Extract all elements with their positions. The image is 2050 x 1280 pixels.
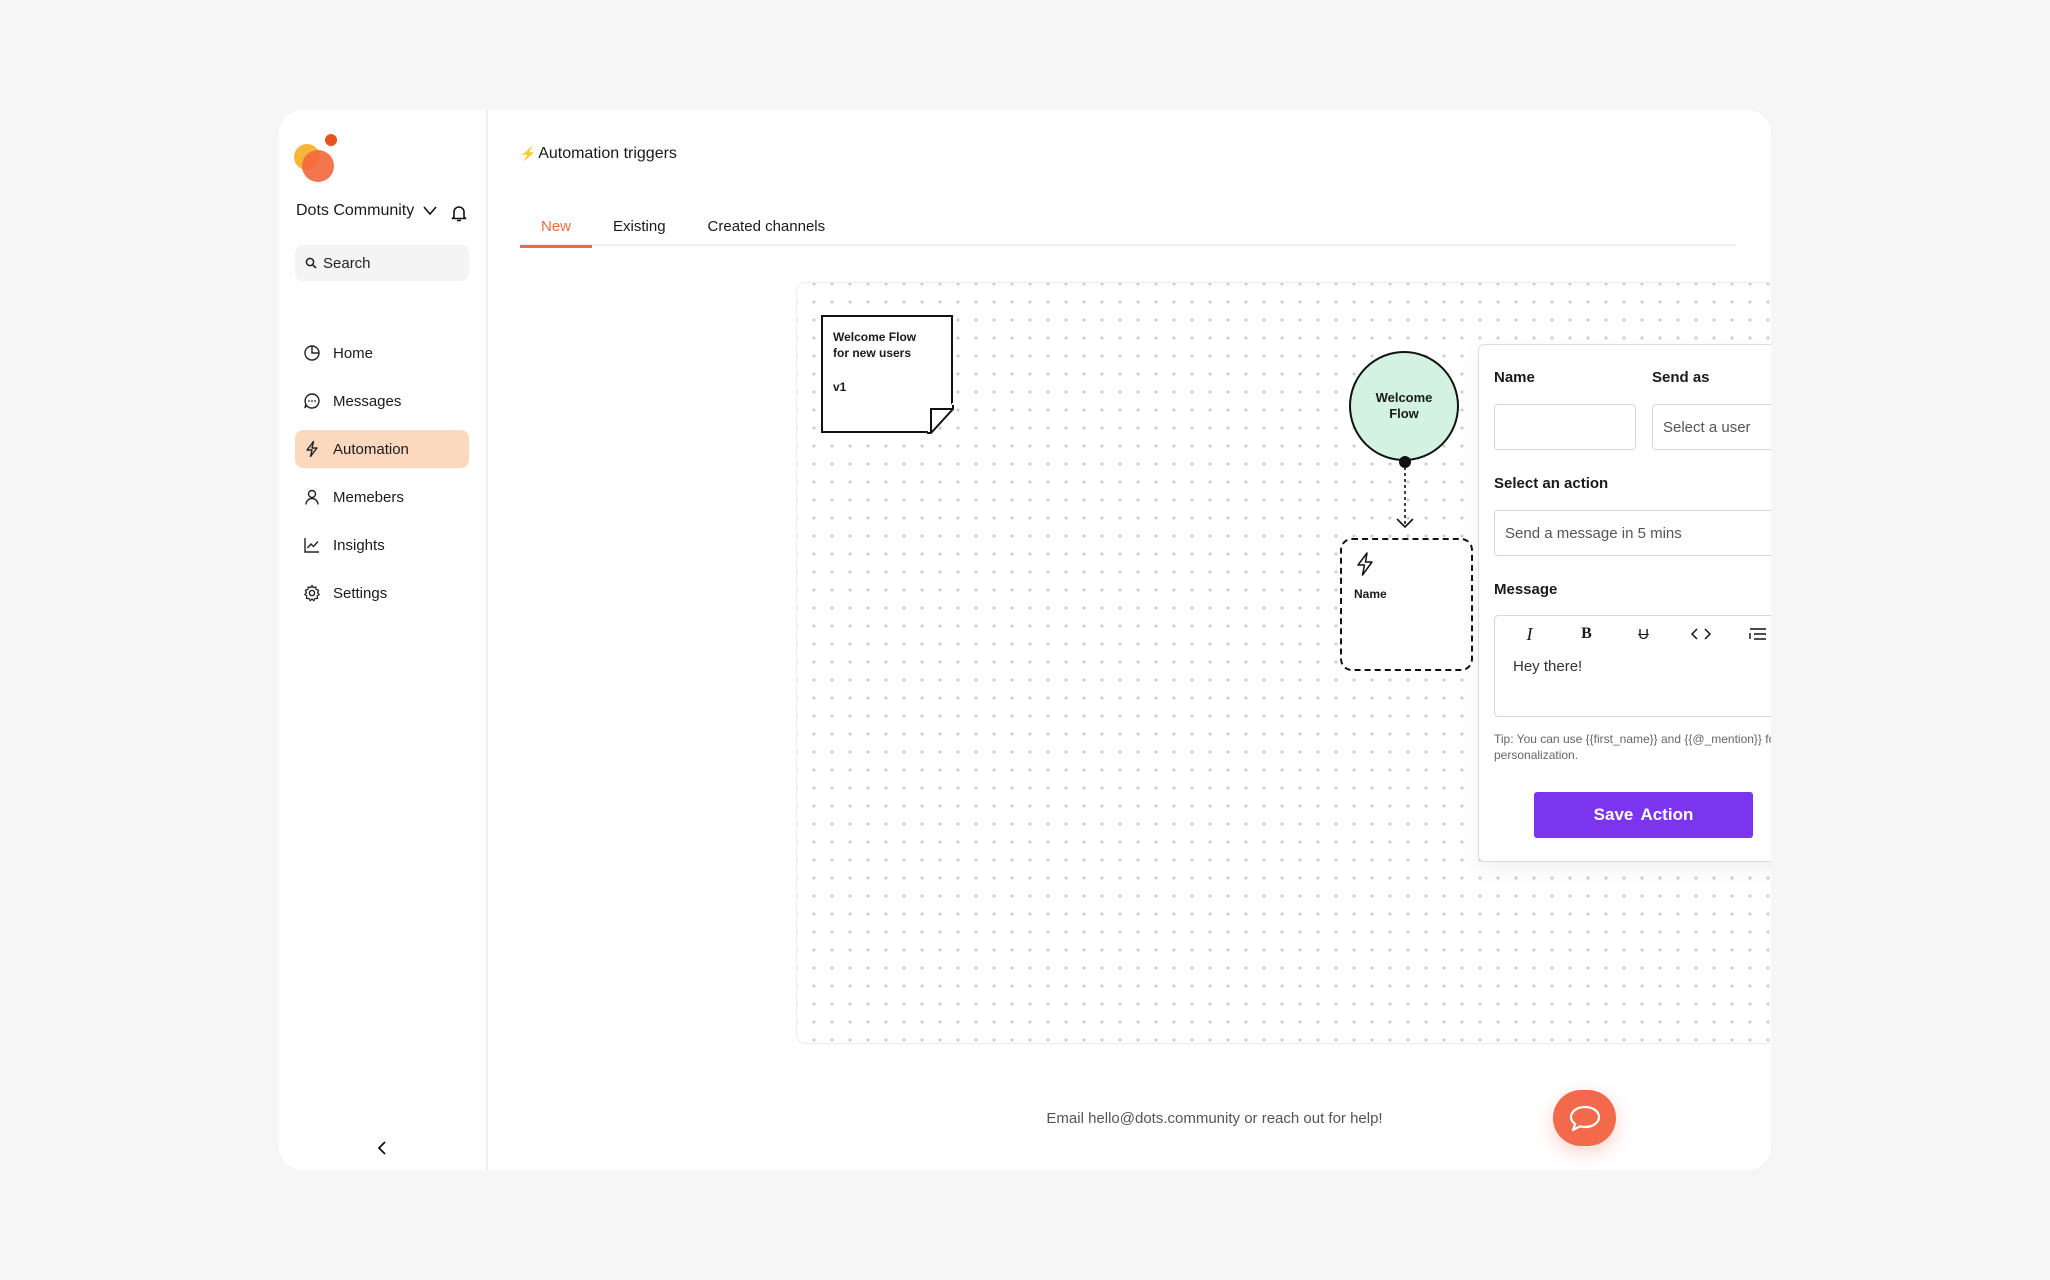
sidebar-item-label: Home: [333, 344, 374, 362]
chevron-down-icon: [423, 206, 437, 216]
sidebar-item-insights[interactable]: Insights: [295, 526, 469, 564]
action-label: Select an action: [1494, 475, 1609, 492]
sidebar-item-label: Settings: [333, 584, 388, 602]
sidebar-item-messages[interactable]: Messages: [295, 382, 469, 420]
send-as-value: Select a user: [1663, 418, 1751, 436]
dots-logo: [294, 134, 342, 184]
chat-bubble-icon: [1569, 1105, 1600, 1132]
bolt-icon: [1357, 552, 1373, 576]
tab-created-channels[interactable]: Created channels: [687, 206, 847, 246]
sidebar-item-settings[interactable]: Settings: [295, 574, 469, 612]
tab-existing[interactable]: Existing: [592, 206, 687, 246]
page-title-text: Automation triggers: [538, 145, 677, 162]
italic-icon[interactable]: I: [1517, 622, 1543, 646]
bold-icon[interactable]: B: [1574, 622, 1600, 646]
sidebar-item-home[interactable]: Home: [295, 334, 469, 372]
flow-connector-arrow: [1396, 456, 1414, 529]
note-title-line2: for new users: [833, 346, 912, 361]
save-action-button[interactable]: Save Action: [1534, 792, 1753, 838]
sidebar-item-label: Messages: [333, 392, 402, 410]
collapse-sidebar-icon[interactable]: [374, 1140, 390, 1156]
workspace-switcher[interactable]: Dots Community: [296, 202, 438, 220]
name-input[interactable]: [1494, 404, 1636, 450]
gear-icon: [304, 584, 320, 602]
search-icon: [305, 257, 317, 269]
message-text[interactable]: Hey there!: [1495, 652, 1771, 681]
code-icon[interactable]: [1688, 622, 1714, 646]
action-node[interactable]: Name: [1340, 538, 1473, 671]
personalization-tip: Tip: You can use {{first_name}} and {{@_…: [1494, 732, 1771, 762]
app-window: Dots Community Search Home Messages Auto…: [279, 110, 1771, 1170]
search-placeholder: Search: [323, 254, 371, 272]
flow-start-node[interactable]: Welcome Flow: [1349, 351, 1459, 461]
chart-line-icon: [304, 538, 319, 553]
send-as-select[interactable]: Select a user: [1652, 404, 1771, 450]
home-chart-icon: [304, 345, 320, 361]
bolt-icon: ⚡: [520, 146, 537, 161]
message-label: Message: [1494, 581, 1558, 598]
chat-support-button[interactable]: [1553, 1090, 1616, 1146]
workspace-name: Dots Community: [296, 202, 415, 219]
editor-toolbar: I B U: [1495, 616, 1771, 652]
search-input[interactable]: Search: [295, 245, 469, 281]
note-version: v1: [833, 380, 847, 395]
action-select[interactable]: Send a message in 5 mins: [1494, 510, 1771, 556]
sidebar-item-label: Insights: [333, 536, 385, 554]
user-icon: [305, 489, 319, 505]
bell-icon[interactable]: [448, 202, 470, 224]
messages-icon: [304, 393, 320, 409]
action-node-label: Name: [1354, 587, 1387, 601]
strikethrough-icon[interactable]: U: [1631, 622, 1657, 646]
action-value: Send a message in 5 mins: [1505, 524, 1682, 542]
send-as-label: Send as: [1652, 369, 1710, 386]
list-icon[interactable]: [1745, 622, 1771, 646]
action-config-panel: Name Send as Select a user Select an act…: [1478, 344, 1771, 862]
note-fold-corner: [927, 405, 954, 434]
message-editor[interactable]: I B U Hey there!: [1494, 615, 1771, 717]
bolt-icon: [306, 440, 318, 458]
tab-new[interactable]: New: [520, 206, 593, 248]
main-content: ⚡ Automation triggers New Existing Creat…: [488, 110, 1771, 1170]
sidebar-item-label: Memebers: [333, 488, 404, 506]
sidebar-item-automation[interactable]: Automation: [295, 430, 469, 468]
flow-canvas[interactable]: Welcome Flow for new users v1 Welcome Fl…: [796, 282, 1771, 1044]
name-label: Name: [1494, 369, 1535, 386]
sidebar-item-label: Automation: [333, 440, 409, 458]
note-title-line1: Welcome Flow: [833, 330, 917, 344]
tab-bar: New Existing Created channels: [520, 206, 1736, 248]
sidebar-nav: Home Messages Automation Memebers Insigh…: [295, 334, 469, 622]
page-title: ⚡ Automation triggers: [520, 145, 677, 163]
sidebar: Dots Community Search Home Messages Auto…: [279, 110, 488, 1170]
sidebar-item-members[interactable]: Memebers: [295, 478, 469, 516]
